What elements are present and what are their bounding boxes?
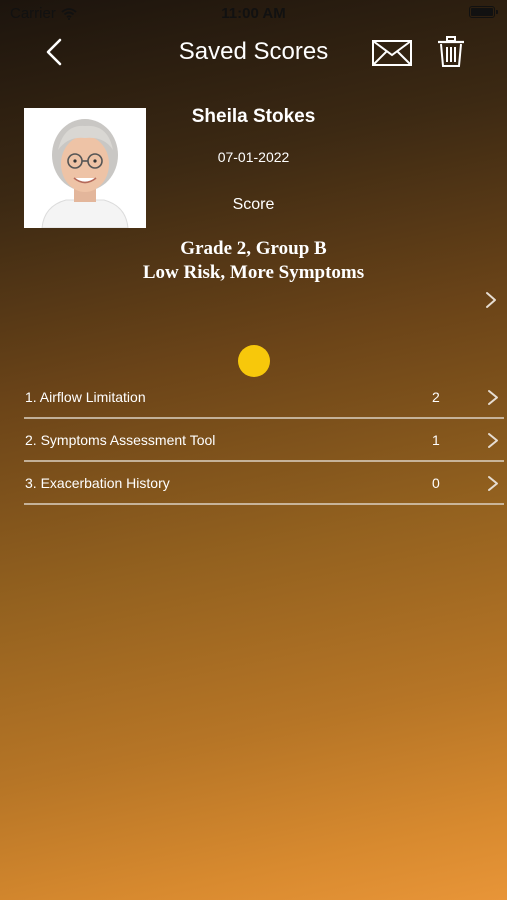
avatar (24, 108, 146, 228)
page-title: Saved Scores (178, 38, 329, 65)
chevron-right-icon (486, 292, 496, 308)
item-value: 2 (432, 389, 440, 405)
trash-icon (438, 36, 464, 67)
patient-photo (24, 108, 146, 228)
chevron-right-icon (488, 476, 498, 491)
risk-result: Low Risk, More Symptoms (142, 262, 365, 283)
battery-icon (469, 6, 498, 18)
score-detail-button[interactable] (484, 290, 498, 310)
item-value: 1 (432, 432, 440, 448)
status-time: 11:00 AM (221, 5, 286, 22)
delete-button[interactable] (436, 35, 466, 69)
list-item-airflow-limitation[interactable]: 1. Airflow Limitation 2 (24, 376, 504, 419)
item-label: 1. Airflow Limitation (25, 389, 146, 405)
score-item-list: 1. Airflow Limitation 2 2. Symptoms Asse… (24, 376, 504, 505)
envelope-icon (372, 40, 412, 66)
chevron-right-icon (488, 433, 498, 448)
list-item-exacerbation-history[interactable]: 3. Exacerbation History 0 (24, 462, 504, 505)
email-button[interactable] (370, 38, 414, 68)
list-item-symptoms-assessment-tool[interactable]: 2. Symptoms Assessment Tool 1 (24, 419, 504, 462)
item-label: 2. Symptoms Assessment Tool (25, 432, 216, 448)
score-label: Score (232, 196, 275, 213)
chevron-right-icon (488, 390, 498, 405)
grade-result: Grade 2, Group B (180, 238, 327, 259)
nav-bar: Saved Scores (0, 30, 507, 74)
score-indicator-dot (238, 345, 270, 377)
score-date: 07-01-2022 (217, 149, 290, 165)
patient-name: Sheila Stokes (191, 106, 316, 127)
item-label: 3. Exacerbation History (25, 475, 170, 491)
item-value: 0 (432, 475, 440, 491)
status-bar: Carrier 11:00 AM (0, 0, 507, 28)
